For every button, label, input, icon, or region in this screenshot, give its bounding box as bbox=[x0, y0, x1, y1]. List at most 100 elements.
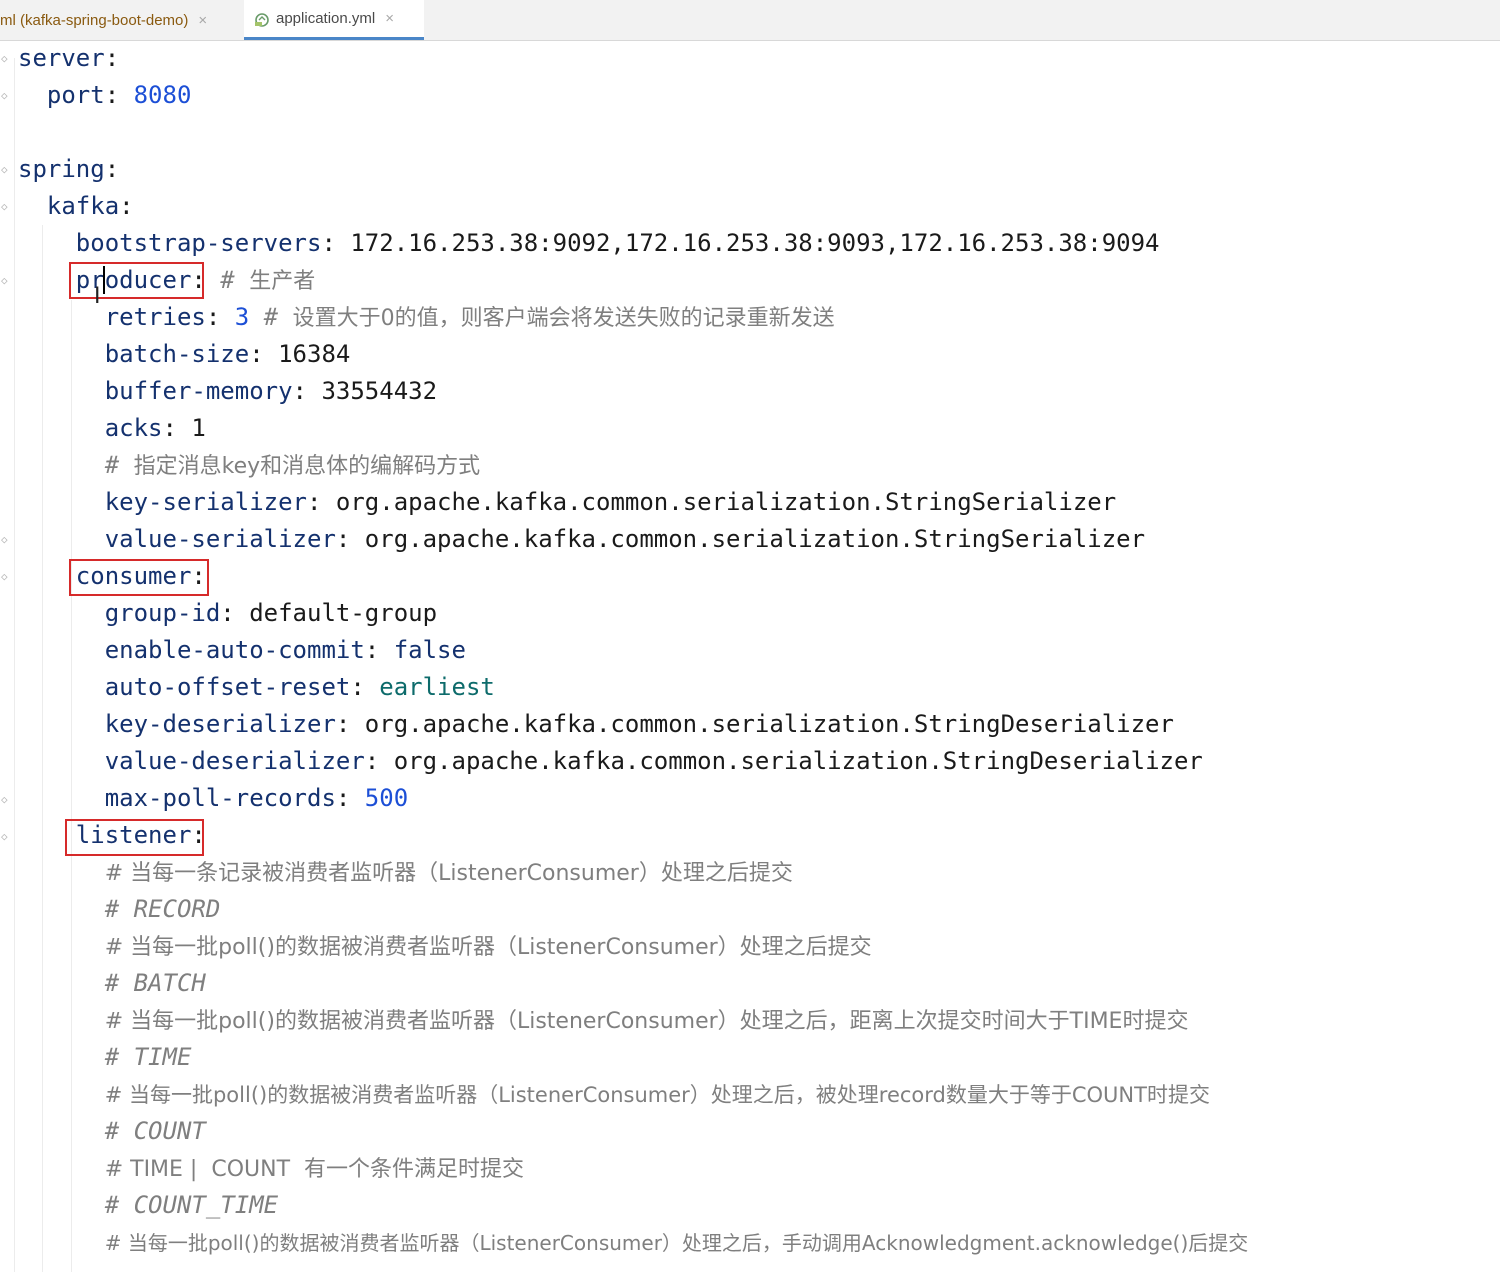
yaml-value: org.apache.kafka.common.serialization.St… bbox=[393, 747, 1203, 775]
code-line: # COUNT bbox=[18, 1113, 206, 1150]
code-line: key-deserializer: org.apache.kafka.commo… bbox=[18, 706, 1174, 743]
yaml-key: key-serializer bbox=[104, 488, 307, 516]
yaml-value: earliest bbox=[379, 673, 495, 701]
comment: 指定消息key和消息体的编解码方式 bbox=[133, 454, 481, 479]
fold-icon[interactable]: ◇ bbox=[1, 275, 13, 287]
code-line: # TIME | COUNT 有一个条件满足时提交 bbox=[18, 1150, 524, 1187]
colon: : bbox=[364, 636, 380, 664]
fold-icon[interactable]: ◇ bbox=[1, 571, 13, 583]
tab-label: ml (kafka-spring-boot-demo) bbox=[0, 11, 189, 29]
comment: # TIME | COUNT 有一个条件满足时提交 bbox=[104, 1157, 524, 1182]
comment: 生产者 bbox=[249, 269, 316, 294]
code-line: key-serializer: org.apache.kafka.common.… bbox=[18, 484, 1116, 521]
yaml-value: org.apache.kafka.common.serialization.St… bbox=[335, 488, 1117, 516]
colon: : bbox=[335, 710, 351, 738]
colon: : bbox=[249, 340, 264, 368]
yaml-key: enable-auto-commit bbox=[104, 636, 365, 664]
code-line: auto-offset-reset: earliest bbox=[18, 669, 495, 706]
tab-application-yml[interactable]: application.yml × bbox=[244, 0, 424, 40]
highlight-box-listener bbox=[65, 819, 204, 856]
yaml-value: 3 bbox=[234, 303, 250, 331]
comment: # 当每一批poll()的数据被消费者监听器（ListenerConsumer）… bbox=[104, 1009, 1189, 1034]
comment: # 当每一批poll()的数据被消费者监听器（ListenerConsumer）… bbox=[104, 1083, 1210, 1107]
code-line: # 当每一批poll()的数据被消费者监听器（ListenerConsumer）… bbox=[18, 1076, 1210, 1113]
yaml-file-icon bbox=[254, 11, 270, 27]
tab-label: application.yml bbox=[276, 10, 376, 27]
code-line: buffer-memory: 33554432 bbox=[18, 373, 437, 410]
comment: # 当每一条记录被消费者监听器（ListenerConsumer）处理之后提交 bbox=[104, 861, 793, 886]
highlight-box-consumer bbox=[69, 559, 209, 596]
yaml-value: org.apache.kafka.common.serialization.St… bbox=[364, 710, 1174, 738]
comment: 设置大于0的值，则客户端会将发送失败的记录重新发送 bbox=[292, 306, 835, 331]
yaml-key: value-serializer bbox=[104, 525, 336, 553]
code-line: # 指定消息key和消息体的编解码方式 bbox=[18, 447, 480, 484]
close-icon[interactable]: × bbox=[385, 10, 394, 27]
colon: : bbox=[205, 303, 221, 331]
yaml-key: value-deserializer bbox=[104, 747, 365, 775]
colon: : bbox=[335, 784, 351, 812]
fold-icon[interactable]: ◇ bbox=[1, 534, 13, 546]
fold-icon[interactable]: ◇ bbox=[1, 831, 13, 843]
yaml-key: kafka bbox=[46, 192, 120, 220]
colon: : bbox=[162, 414, 177, 442]
colon: : bbox=[350, 673, 365, 701]
code-line: # RECORD bbox=[18, 891, 221, 928]
comment: # RECORD bbox=[104, 895, 221, 923]
yaml-key: port bbox=[46, 81, 105, 109]
code-line: # 当每一批poll()的数据被消费者监听器（ListenerConsumer）… bbox=[18, 1002, 1189, 1039]
code-line: port: 8080 bbox=[18, 77, 192, 114]
code-line: value-serializer: org.apache.kafka.commo… bbox=[18, 521, 1145, 558]
yaml-key: spring bbox=[18, 155, 105, 183]
comment: # BATCH bbox=[104, 969, 206, 997]
yaml-value: 8080 bbox=[133, 81, 192, 109]
colon: : bbox=[220, 599, 235, 627]
code-line: acks: 1 bbox=[18, 410, 206, 447]
fold-icon[interactable]: ◇ bbox=[1, 53, 13, 65]
colon: : bbox=[321, 229, 336, 257]
comment-hash: # bbox=[263, 303, 293, 331]
colon: : bbox=[364, 747, 380, 775]
yaml-key: max-poll-records bbox=[104, 784, 336, 812]
text-caret bbox=[103, 266, 105, 294]
yaml-key: key-deserializer bbox=[104, 710, 336, 738]
yaml-value: 16384 bbox=[278, 340, 351, 368]
code-line: enable-auto-commit: false bbox=[18, 632, 466, 669]
code-line: # COUNT_TIME bbox=[18, 1187, 278, 1224]
yaml-value: org.apache.kafka.common.serialization.St… bbox=[364, 525, 1146, 553]
fold-icon[interactable]: ◇ bbox=[1, 201, 13, 213]
code-line: # BATCH bbox=[18, 965, 206, 1002]
code-line: spring: bbox=[18, 151, 119, 188]
fold-icon[interactable]: ◇ bbox=[1, 794, 13, 806]
code-line: # 当每一批poll()的数据被消费者监听器（ListenerConsumer）… bbox=[18, 928, 872, 965]
yaml-key: group-id bbox=[104, 599, 221, 627]
fold-icon[interactable]: ◇ bbox=[1, 90, 13, 102]
comment: # COUNT_TIME bbox=[104, 1191, 279, 1219]
close-icon[interactable]: × bbox=[198, 12, 207, 29]
code-line: max-poll-records: 500 bbox=[18, 780, 408, 817]
code-editor[interactable]: ◇ ◇ ◇ ◇ ◇ ◇ ◇ ◇ ◇ server: port: 8080 spr… bbox=[0, 40, 1500, 1272]
code-line: server: bbox=[18, 40, 119, 77]
code-line: retries: 3 # 设置大于0的值，则客户端会将发送失败的记录重新发送 bbox=[18, 299, 835, 336]
comment-hash: # bbox=[220, 266, 250, 294]
yaml-key: server bbox=[18, 44, 105, 72]
code-line: bootstrap-servers: 172.16.253.38:9092,17… bbox=[18, 225, 1160, 262]
yaml-value: 1 bbox=[191, 414, 206, 442]
code-line: kafka: bbox=[18, 188, 134, 225]
colon: : bbox=[307, 488, 322, 516]
code-line: value-deserializer: org.apache.kafka.com… bbox=[18, 743, 1203, 780]
comment: # 当每一批poll()的数据被消费者监听器（ListenerConsumer）… bbox=[104, 935, 872, 960]
yaml-value: 500 bbox=[364, 784, 409, 812]
code-line: # TIME bbox=[18, 1039, 192, 1076]
tab-pom[interactable]: ml (kafka-spring-boot-demo) × bbox=[0, 0, 240, 40]
colon: : bbox=[104, 81, 120, 109]
yaml-value: false bbox=[393, 636, 466, 664]
yaml-key: acks bbox=[104, 414, 163, 442]
comment: # 当每一批poll()的数据被消费者监听器（ListenerConsumer）… bbox=[104, 1231, 1249, 1255]
indent-guide bbox=[14, 58, 15, 1272]
fold-icon[interactable]: ◇ bbox=[1, 164, 13, 176]
highlight-box-producer bbox=[69, 262, 204, 299]
colon: : bbox=[292, 377, 307, 405]
yaml-key: retries bbox=[104, 303, 206, 331]
yaml-value: 33554432 bbox=[321, 377, 438, 405]
code-line: # 当每一条记录被消费者监听器（ListenerConsumer）处理之后提交 bbox=[18, 854, 793, 891]
